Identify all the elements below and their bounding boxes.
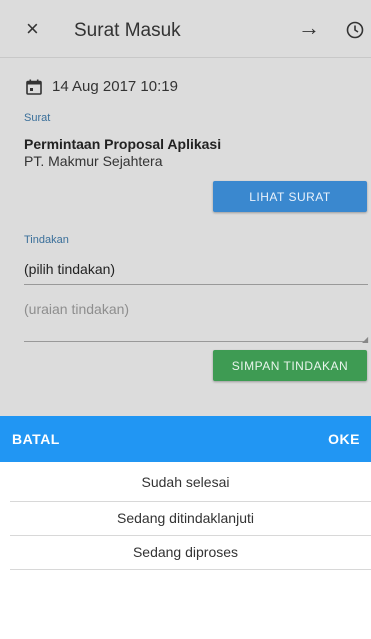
close-icon[interactable]: × bbox=[26, 18, 39, 40]
view-letter-button[interactable]: LIHAT SURAT bbox=[213, 181, 367, 212]
page-title: Surat Masuk bbox=[74, 20, 181, 41]
tindakan-select[interactable]: (pilih tindakan) bbox=[24, 261, 115, 277]
picker-option[interactable]: Sudah selesai bbox=[0, 474, 371, 490]
screen: × Surat Masuk → 14 Aug 2017 10:19 Surat … bbox=[0, 0, 371, 639]
tindakan-label: Tindakan bbox=[24, 234, 69, 246]
save-action-button[interactable]: SIMPAN TINDAKAN bbox=[213, 350, 367, 381]
tindakan-underline bbox=[24, 284, 368, 285]
surat-label: Surat bbox=[24, 112, 51, 124]
arrow-right-icon[interactable]: → bbox=[298, 17, 320, 39]
surat-sender: PT. Makmur Sejahtera bbox=[24, 153, 163, 169]
clock-icon[interactable] bbox=[346, 21, 364, 39]
received-date: 14 Aug 2017 10:19 bbox=[52, 78, 178, 95]
ok-button[interactable]: OKE bbox=[328, 431, 360, 447]
app-bar: × Surat Masuk → bbox=[0, 0, 371, 58]
picker-option[interactable]: Sedang ditindaklanjuti bbox=[0, 510, 371, 526]
uraian-underline bbox=[24, 341, 368, 342]
picker-toolbar: BATAL OKE bbox=[0, 416, 371, 462]
cancel-button[interactable]: BATAL bbox=[12, 431, 60, 447]
uraian-input[interactable]: (uraian tindakan) bbox=[24, 301, 129, 317]
resize-handle-icon[interactable]: ◢ bbox=[362, 335, 368, 344]
picker-option[interactable]: Sedang diproses bbox=[0, 544, 371, 560]
dimmed-background[interactable]: × Surat Masuk → 14 Aug 2017 10:19 Surat … bbox=[0, 0, 371, 416]
picker-divider bbox=[10, 535, 371, 536]
calendar-icon bbox=[26, 79, 42, 95]
picker-divider bbox=[10, 569, 371, 570]
surat-subject: Permintaan Proposal Aplikasi bbox=[24, 136, 222, 152]
picker-divider bbox=[10, 501, 371, 502]
date-row: 14 Aug 2017 10:19 bbox=[26, 78, 178, 95]
